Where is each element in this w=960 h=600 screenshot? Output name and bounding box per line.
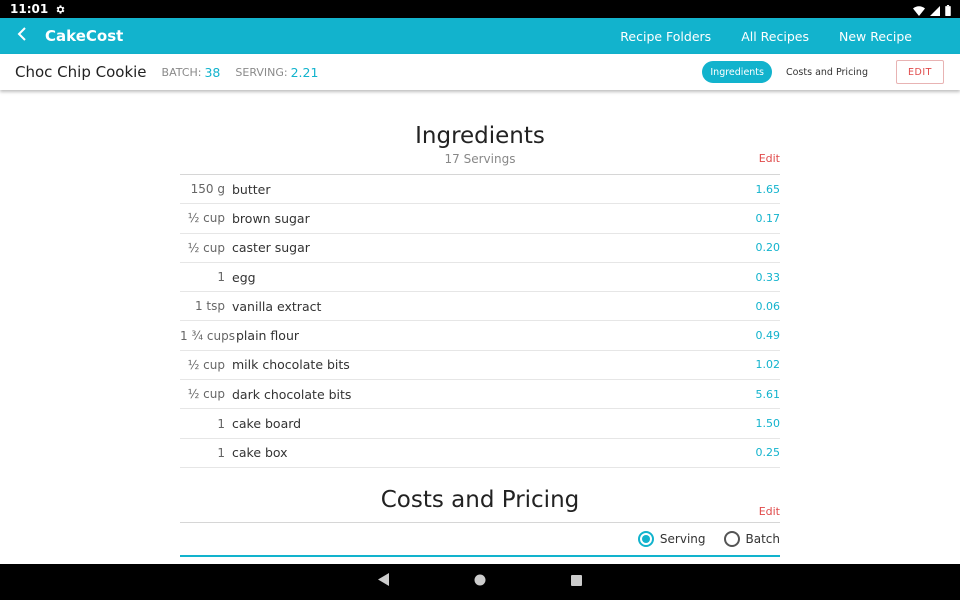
ingredient-cost: 0.49 bbox=[755, 329, 781, 343]
ingredient-name: plain flour bbox=[236, 328, 300, 344]
ingredient-cost: 1.65 bbox=[755, 182, 781, 196]
batch-radio-option[interactable]: Batch bbox=[723, 530, 781, 547]
app-title: CakeCost bbox=[45, 27, 124, 45]
nav-back-icon bbox=[378, 573, 390, 591]
batch-radio[interactable] bbox=[723, 530, 740, 547]
ingredient-row[interactable]: ½ cup caster sugar 0.20 bbox=[180, 234, 780, 263]
back-button[interactable] bbox=[0, 18, 44, 54]
nav-all-recipes[interactable]: All Recipes bbox=[741, 29, 809, 44]
view-tabs: Ingredients Costs and Pricing EDIT bbox=[702, 60, 944, 84]
nav-recents-button[interactable] bbox=[556, 564, 596, 600]
ingredient-cost: 0.25 bbox=[755, 446, 781, 460]
ingredient-qty: 1 ¾ cups bbox=[180, 328, 235, 343]
ingredient-row[interactable]: ½ cup milk chocolate bits 1.02 bbox=[180, 351, 781, 381]
nav-back-button[interactable] bbox=[364, 564, 404, 600]
costs-edit-link[interactable]: Edit bbox=[759, 498, 780, 526]
nav-new-recipe[interactable]: New Recipe bbox=[839, 29, 912, 44]
ingredient-qty: 1 bbox=[217, 270, 225, 285]
nav-home-icon bbox=[474, 573, 486, 591]
edit-recipe-button[interactable]: EDIT bbox=[896, 60, 944, 84]
back-arrow-icon bbox=[16, 26, 28, 46]
ingredient-name: caster sugar bbox=[232, 240, 310, 256]
ingredient-cost: 0.17 bbox=[755, 211, 781, 225]
ingredient-list: 150 g butter 1.65 ½ cup brown sugar 0.17… bbox=[180, 175, 780, 468]
serving-radio-label: Serving bbox=[659, 531, 706, 546]
ingredient-cost: 0.20 bbox=[755, 241, 781, 255]
servings-count: 17 Servings bbox=[444, 152, 516, 166]
tab-costs-and-pricing[interactable]: Costs and Pricing bbox=[778, 61, 876, 83]
ingredient-qty: 1 bbox=[217, 416, 225, 431]
ingredient-row[interactable]: ½ cup dark chocolate bits 5.61 bbox=[180, 380, 781, 410]
ingredient-name: egg bbox=[232, 269, 256, 285]
system-nav-bar bbox=[0, 564, 960, 600]
ingredient-row[interactable]: 1 cake board 1.50 bbox=[180, 409, 781, 439]
ingredient-qty: 1 bbox=[217, 445, 225, 460]
ingredient-cost: 1.02 bbox=[755, 358, 781, 372]
ingredient-qty: ½ cup bbox=[187, 240, 225, 255]
ingredient-cost: 1.50 bbox=[755, 417, 781, 431]
serving-value: 2.21 bbox=[290, 64, 319, 80]
ingredient-cost: 0.33 bbox=[755, 270, 781, 284]
serving-radio[interactable] bbox=[637, 530, 654, 547]
ingredient-row[interactable]: 1 egg 0.33 bbox=[180, 263, 781, 293]
ingredient-name: brown sugar bbox=[232, 210, 310, 226]
costs-title: Costs and Pricing bbox=[380, 486, 580, 513]
batch-value: 38 bbox=[204, 64, 221, 80]
status-bar: 11:01 bbox=[0, 0, 960, 18]
servings-line: 17 Servings Edit bbox=[180, 150, 780, 174]
ingredient-cost: 0.06 bbox=[755, 299, 781, 313]
app-screen: 11:01 CakeCost Recipe Folders All Recipe bbox=[0, 0, 960, 600]
recipe-content: Ingredients 17 Servings Edit 150 g butte… bbox=[180, 90, 780, 557]
ingredient-name: vanilla extract bbox=[232, 298, 322, 314]
ingredient-name: cake box bbox=[232, 445, 288, 461]
nav-home-button[interactable] bbox=[460, 564, 500, 600]
serving-radio-option[interactable]: Serving bbox=[637, 530, 706, 547]
costs-section-header: Costs and Pricing Edit bbox=[180, 486, 780, 518]
status-time: 11:01 bbox=[10, 2, 49, 16]
ingredient-name: cake board bbox=[232, 416, 302, 432]
recipe-header: Choc Chip Cookie BATCH: 38 SERVING: 2.21… bbox=[0, 54, 960, 90]
ingredient-qty: ½ cup bbox=[187, 387, 225, 402]
ingredient-qty: 150 g bbox=[190, 182, 225, 197]
costs-table-top-border bbox=[180, 554, 780, 557]
app-bar: CakeCost Recipe Folders All Recipes New … bbox=[0, 18, 960, 54]
settings-gear-icon bbox=[55, 4, 66, 15]
app-nav: Recipe Folders All Recipes New Recipe bbox=[620, 18, 960, 54]
ingredient-row[interactable]: 1 ¾ cups plain flour 0.49 bbox=[180, 321, 781, 351]
nav-recents-icon bbox=[570, 573, 582, 591]
ingredient-qty: 1 tsp bbox=[194, 299, 225, 314]
serving-label: SERVING: bbox=[235, 65, 288, 79]
tab-ingredients[interactable]: Ingredients bbox=[702, 61, 772, 83]
ingredient-row[interactable]: 1 cake box 0.25 bbox=[180, 439, 780, 468]
ingredients-edit-link[interactable]: Edit bbox=[759, 150, 780, 168]
batch-label: BATCH: bbox=[161, 65, 202, 79]
ingredient-qty: ½ cup bbox=[187, 357, 225, 372]
ingredient-cost: 5.61 bbox=[755, 387, 781, 401]
ingredient-row[interactable]: ½ cup brown sugar 0.17 bbox=[180, 204, 781, 234]
batch-radio-label: Batch bbox=[745, 531, 781, 546]
ingredient-row[interactable]: 1 tsp vanilla extract 0.06 bbox=[180, 292, 781, 322]
recipe-name: Choc Chip Cookie bbox=[15, 63, 147, 81]
pricing-mode-radios: Serving Batch bbox=[180, 523, 780, 555]
ingredient-name: milk chocolate bits bbox=[232, 357, 350, 373]
ingredient-row[interactable]: 150 g butter 1.65 bbox=[180, 175, 781, 205]
ingredient-name: dark chocolate bits bbox=[232, 386, 352, 402]
ingredients-title: Ingredients bbox=[415, 123, 545, 149]
ingredient-qty: ½ cup bbox=[187, 211, 225, 226]
nav-recipe-folders[interactable]: Recipe Folders bbox=[620, 29, 711, 44]
ingredient-name: butter bbox=[232, 181, 271, 197]
